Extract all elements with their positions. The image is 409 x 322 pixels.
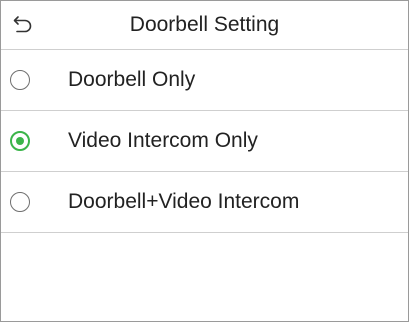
option-label: Doorbell Only [68, 68, 196, 91]
radio-dot [16, 137, 24, 145]
doorbell-setting-screen: Doorbell Setting Doorbell Only Video Int… [0, 0, 409, 322]
option-label: Video Intercom Only [68, 129, 258, 152]
radio-selected-icon[interactable] [10, 131, 30, 151]
page-title: Doorbell Setting [129, 13, 280, 36]
option-doorbell-video-intercom[interactable]: Doorbell+Video Intercom [1, 172, 408, 233]
option-doorbell-only[interactable]: Doorbell Only [1, 50, 408, 111]
radio-unselected-icon[interactable] [10, 192, 30, 212]
radio-unselected-icon[interactable] [10, 70, 30, 90]
option-video-intercom-only[interactable]: Video Intercom Only [1, 111, 408, 172]
header-bar: Doorbell Setting [1, 1, 408, 50]
back-button[interactable] [7, 7, 41, 41]
option-label: Doorbell+Video Intercom [68, 190, 300, 213]
